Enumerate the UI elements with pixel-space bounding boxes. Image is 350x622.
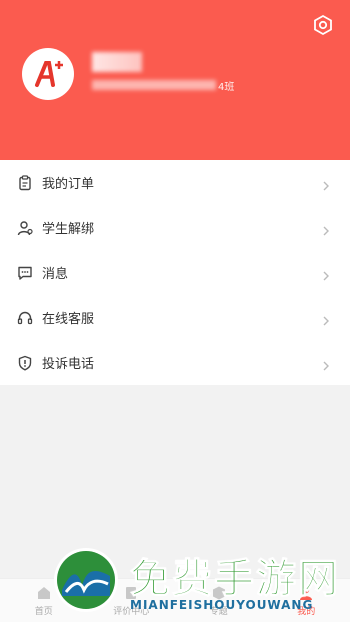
menu-item-label: 投诉电话	[42, 357, 95, 372]
avatar[interactable]	[22, 48, 74, 100]
watermark-logo-icon	[54, 548, 118, 612]
clipboard-icon	[16, 174, 34, 192]
user-icon	[16, 219, 34, 237]
menu-item-student-unbind[interactable]: 学生解绑	[0, 205, 350, 250]
tab-label: 首页	[34, 606, 53, 617]
menu-item-label: 学生解绑	[42, 222, 95, 237]
chevron-right-icon	[322, 177, 332, 190]
alert-icon	[16, 354, 34, 372]
menu-item-messages[interactable]: 消息	[0, 250, 350, 295]
username-redacted	[92, 52, 142, 72]
headset-icon	[16, 309, 34, 327]
gear-icon[interactable]	[312, 14, 334, 36]
menu-item-label: 在线客服	[42, 312, 95, 327]
watermark-title: 免费手游网	[130, 556, 340, 603]
user-info-redacted	[92, 80, 216, 90]
profile-header: 4班	[0, 0, 350, 160]
menu-item-orders[interactable]: 我的订单	[0, 160, 350, 205]
a-plus-logo-icon	[35, 61, 63, 87]
menu-item-label: 消息	[42, 267, 69, 282]
menu-item-online-service[interactable]: 在线客服	[0, 295, 350, 340]
menu-item-complaint-phone[interactable]: 投诉电话	[0, 340, 350, 385]
chevron-right-icon	[322, 357, 332, 370]
profile-menu: 我的订单 学生解绑 消息 在线客服 投诉电话	[0, 160, 350, 385]
menu-item-label: 我的订单	[42, 177, 95, 192]
site-watermark: 免费手游网 MIANFEISHOUYOUWANG	[52, 540, 342, 620]
home-icon	[37, 586, 50, 599]
chevron-right-icon	[322, 267, 332, 280]
watermark-subtitle: MIANFEISHOUYOUWANG	[130, 598, 314, 612]
message-icon	[16, 264, 34, 282]
chevron-right-icon	[322, 222, 332, 235]
class-label: 4班	[218, 82, 235, 93]
chevron-right-icon	[322, 312, 332, 325]
